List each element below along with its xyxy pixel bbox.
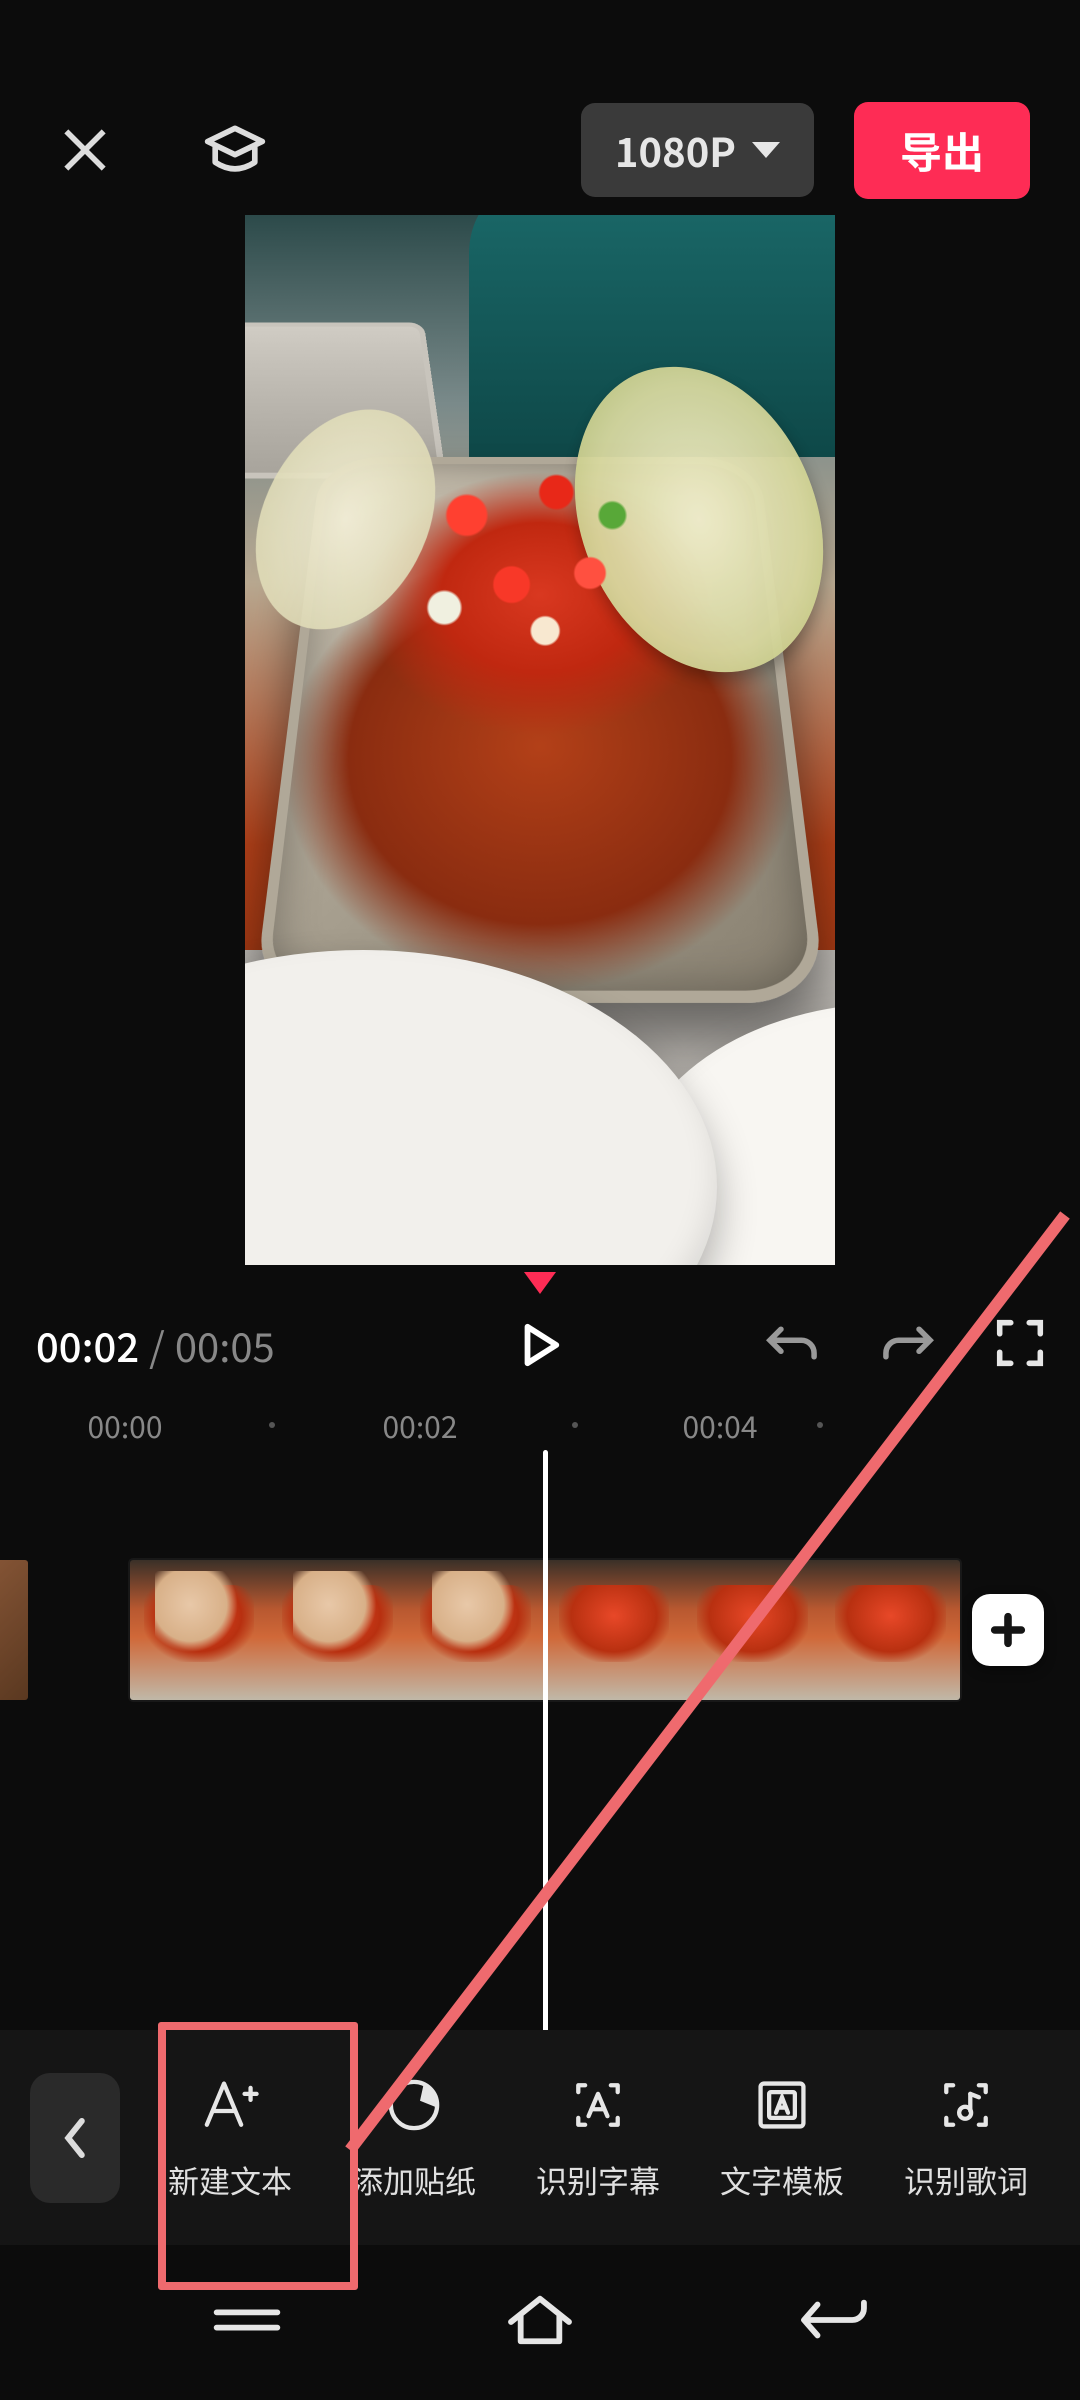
- text-template-icon: [752, 2075, 812, 2135]
- nav-home-button[interactable]: [501, 2291, 579, 2354]
- export-label: 导出: [900, 120, 984, 181]
- redo-icon: [880, 1320, 936, 1366]
- play-icon: [516, 1321, 564, 1369]
- close-button[interactable]: [50, 115, 120, 185]
- tool-label: 识别歌词: [904, 2157, 1028, 2202]
- add-clip-button[interactable]: [972, 1594, 1044, 1666]
- tool-new-text[interactable]: 新建文本: [138, 2048, 322, 2228]
- current-time: 00:02: [36, 1316, 139, 1374]
- lyrics-icon: [936, 2075, 996, 2135]
- ruler-dot: [572, 1422, 578, 1428]
- clip-thumbnail: [683, 1560, 821, 1700]
- undo-icon: [764, 1320, 820, 1366]
- top-bar-left: [50, 115, 270, 185]
- clip-leading-edge[interactable]: [0, 1560, 28, 1700]
- tool-text-templates[interactable]: 文字模板: [690, 2048, 874, 2228]
- ruler-dot: [269, 1422, 275, 1428]
- recents-icon: [208, 2301, 286, 2339]
- clip-thumbnail: [268, 1560, 406, 1700]
- close-icon: [57, 122, 113, 178]
- top-bar-right: 1080P 导出: [581, 102, 1030, 199]
- ruler-tick: 00:00: [88, 1403, 163, 1447]
- tutorial-button[interactable]: [200, 115, 270, 185]
- playhead-marker-icon: [524, 1272, 556, 1294]
- tool-add-sticker[interactable]: 添加贴纸: [322, 2048, 506, 2228]
- playhead-line[interactable]: [543, 1450, 548, 2080]
- text-plus-icon: [200, 2075, 260, 2135]
- toolbar-back-button[interactable]: [30, 2073, 120, 2203]
- fullscreen-button[interactable]: [996, 1319, 1044, 1372]
- tool-recognize-lyrics[interactable]: 识别歌词: [874, 2048, 1058, 2228]
- redo-button[interactable]: [880, 1320, 936, 1371]
- resolution-dropdown[interactable]: 1080P: [581, 103, 814, 197]
- toolbar-items[interactable]: 新建文本 添加贴纸 识别字幕 文字模板 识别歌词: [138, 2048, 1080, 2228]
- export-button[interactable]: 导出: [854, 102, 1030, 199]
- sticker-icon: [384, 2075, 444, 2135]
- video-preview: [245, 215, 835, 1265]
- time-display: 00:02 / 00:05: [36, 1316, 275, 1374]
- clip-thumbnail: [822, 1560, 960, 1700]
- ruler-tick: 00:04: [683, 1403, 758, 1447]
- play-button[interactable]: [510, 1315, 570, 1375]
- ruler-dot: [817, 1422, 823, 1428]
- resolution-label: 1080P: [615, 121, 736, 179]
- time-separator: /: [149, 1316, 165, 1374]
- android-nav-bar: [0, 2245, 1080, 2400]
- nav-back-button[interactable]: [794, 2291, 872, 2354]
- tool-label: 文字模板: [720, 2157, 844, 2202]
- timeline[interactable]: [0, 1560, 1080, 1700]
- graduation-cap-icon: [202, 117, 268, 183]
- top-bar: 1080P 导出: [0, 100, 1080, 200]
- captions-auto-icon: [568, 2075, 628, 2135]
- clip-thumbnail: [407, 1560, 545, 1700]
- ruler-tick: 00:02: [383, 1403, 458, 1447]
- chevron-left-icon: [58, 2112, 92, 2164]
- tool-label: 添加贴纸: [352, 2157, 476, 2202]
- text-toolbar: 新建文本 添加贴纸 识别字幕 文字模板 识别歌词: [0, 2030, 1080, 2245]
- home-icon: [501, 2291, 579, 2349]
- nav-recents-button[interactable]: [208, 2301, 286, 2344]
- playback-controls: 00:02 / 00:05: [0, 1300, 1080, 1390]
- clip-thumbnail: [130, 1560, 268, 1700]
- chevron-down-icon: [752, 142, 780, 158]
- fullscreen-icon: [996, 1319, 1044, 1367]
- total-duration: 00:05: [175, 1316, 275, 1374]
- plus-icon: [989, 1611, 1027, 1649]
- tool-label: 新建文本: [168, 2157, 292, 2202]
- back-icon: [794, 2291, 872, 2349]
- undo-button[interactable]: [764, 1320, 820, 1371]
- tool-label: 识别字幕: [536, 2157, 660, 2202]
- playback-right-controls: [764, 1319, 1044, 1372]
- preview-area[interactable]: [0, 215, 1080, 1245]
- tool-auto-captions[interactable]: 识别字幕: [506, 2048, 690, 2228]
- clip-thumbnail: [545, 1560, 683, 1700]
- timeline-ruler[interactable]: 00:00 00:02 00:04: [0, 1400, 1080, 1450]
